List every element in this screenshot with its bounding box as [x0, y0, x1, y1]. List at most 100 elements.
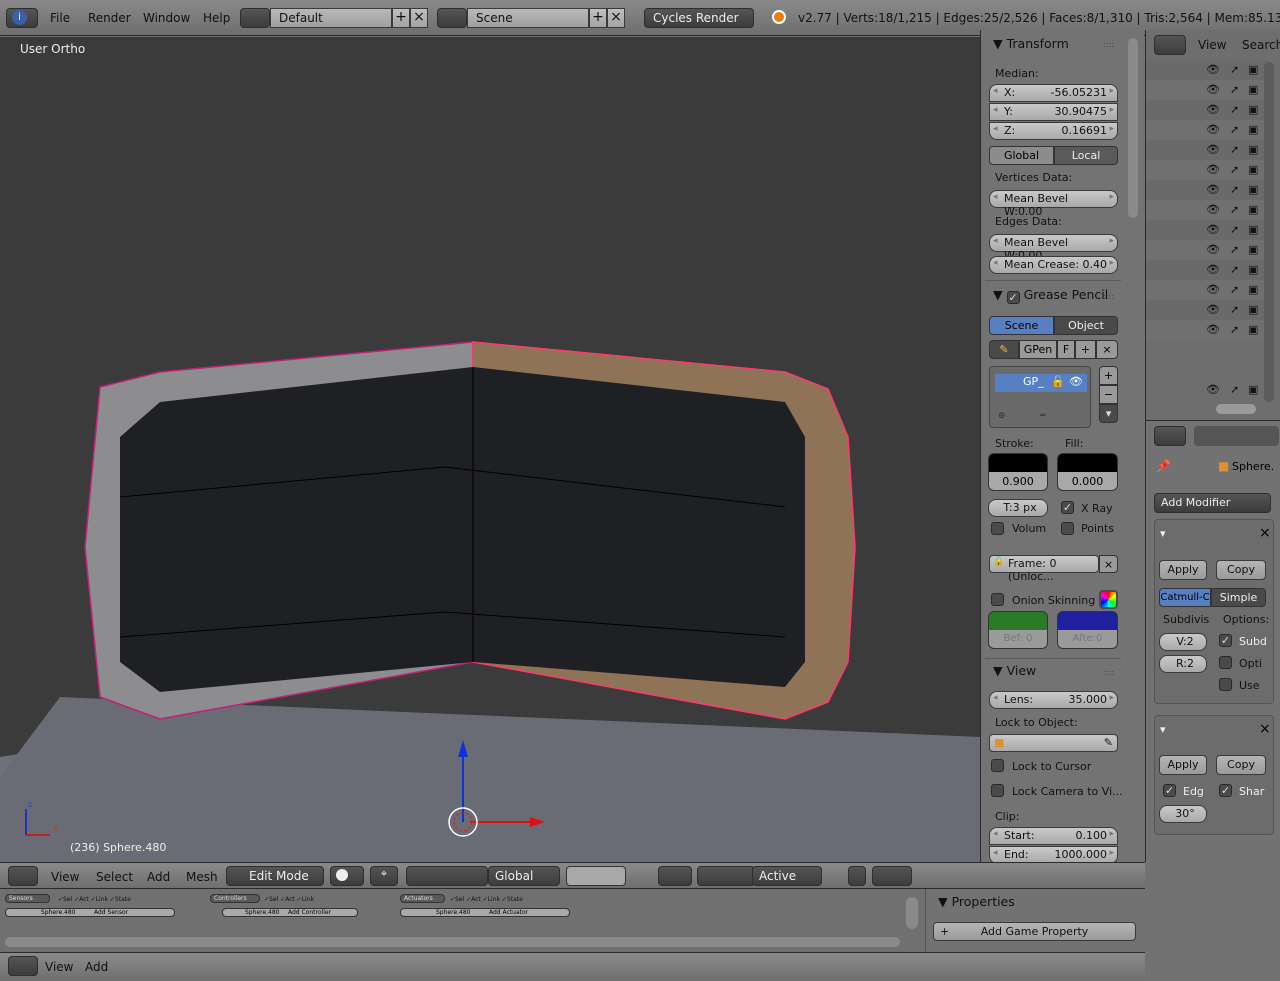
add-modifier-dropdown[interactable]: Add Modifier [1154, 493, 1271, 513]
unlink-frame-button[interactable]: × [1099, 555, 1118, 573]
snap-target-dropdown[interactable]: Active [752, 866, 822, 886]
outliner-row[interactable]: 👁 ➚ ▣ [1146, 120, 1268, 140]
apply-button[interactable]: Apply [1159, 560, 1207, 580]
menu-view[interactable]: View [51, 870, 79, 884]
selectable-cursor-icon[interactable]: ➚ [1230, 263, 1239, 276]
menu-window[interactable]: Window [143, 11, 190, 25]
outliner-row[interactable]: 👁 ➚ ▣ [1146, 180, 1268, 200]
apply-button[interactable]: Apply [1159, 755, 1207, 775]
layout-field[interactable]: Default [270, 8, 392, 28]
lock-object-field[interactable]: ■ ✎ [989, 734, 1118, 752]
pivot-point-dropdown[interactable]: ⌖ [370, 866, 398, 886]
outliner-menu-search[interactable]: Search [1242, 38, 1280, 52]
renderable-camera-icon[interactable]: ▣ [1248, 383, 1258, 396]
outliner-row[interactable]: 👁 ➚ ▣ [1146, 140, 1268, 160]
visibility-eye-icon[interactable]: 👁 [1206, 263, 1220, 276]
grease-pencil-header[interactable]: ▼ ✓ Grease Pencil [993, 287, 1108, 304]
grease-pencil-checkbox[interactable]: ✓ [1006, 291, 1020, 304]
outliner-row[interactable]: 👁 ➚ ▣ [1146, 80, 1268, 100]
layout-selector-icon[interactable] [240, 8, 270, 28]
manipulator-buttons[interactable] [406, 866, 488, 886]
selectable-cursor-icon[interactable]: ➚ [1230, 223, 1239, 236]
sharp-edges-checkbox[interactable]: ✓ [1219, 784, 1232, 797]
snap-toggle[interactable] [697, 866, 755, 886]
lock-to-cursor-checkbox[interactable] [991, 759, 1004, 772]
collapse-icon[interactable]: ▾ [1160, 527, 1166, 540]
sensors-dropdown[interactable]: Sensors [5, 894, 50, 903]
menu-file[interactable]: File [50, 11, 70, 25]
visibility-eye-icon[interactable]: 👁 [1206, 123, 1220, 136]
outliner-row[interactable]: 👁 ➚ ▣ [1146, 240, 1268, 260]
median-z-field[interactable]: ◂ Z: 0.16691 ▸ [989, 122, 1118, 140]
renderable-camera-icon[interactable]: ▣ [1248, 223, 1258, 236]
local-toggle[interactable]: Local [1054, 146, 1118, 165]
logic-menu-add[interactable]: Add [85, 960, 108, 974]
resize-handle-icon[interactable]: ═ [1040, 411, 1045, 421]
add-layout-button[interactable]: + [392, 8, 410, 28]
edge-angle-checkbox[interactable]: ✓ [1163, 784, 1176, 797]
frame-field[interactable]: 🔓 Frame: 0 (Unloc... [989, 555, 1099, 583]
selectable-cursor-icon[interactable]: ➚ [1230, 183, 1239, 196]
lock-icon[interactable]: 🔓 [1051, 375, 1065, 388]
visibility-eye-icon[interactable]: 👁 [1206, 223, 1220, 236]
vertex-mean-bevel-field[interactable]: ◂ Mean Bevel W:0.00 ▸ [989, 190, 1118, 218]
actuator-object-field[interactable]: Sphere.480 Add Actuator [400, 908, 570, 917]
outliner-menu-view[interactable]: View [1198, 38, 1226, 52]
outliner-row[interactable]: 👁 ➚ ▣ [1146, 200, 1268, 220]
outliner-h-scrollbar[interactable] [1216, 404, 1256, 414]
split-angle-field[interactable]: 30° [1159, 805, 1207, 823]
render-engine-dropdown[interactable]: Cycles Render [644, 8, 754, 28]
renderable-camera-icon[interactable]: ▣ [1248, 203, 1258, 216]
add-actuator-dropdown[interactable]: Add Actuator [489, 909, 528, 916]
median-x-field[interactable]: ◂ X: -56.05231 ▸ [989, 84, 1118, 102]
selectable-cursor-icon[interactable]: ➚ [1230, 243, 1239, 256]
outliner-editor-type-icon[interactable] [1154, 35, 1186, 55]
add-sensor-dropdown[interactable]: Add Sensor [94, 909, 128, 916]
optimal-display-checkbox[interactable] [1219, 656, 1232, 669]
eye-icon[interactable]: 👁 [1069, 375, 1083, 388]
outliner-row[interactable]: 👁 ➚ ▣ [1146, 300, 1268, 320]
visibility-eye-icon[interactable]: 👁 [1206, 303, 1220, 316]
edge-mean-bevel-field[interactable]: ◂Mean Bevel W:0.00▸ [989, 234, 1118, 262]
remove-modifier-icon[interactable]: × [1259, 721, 1271, 737]
onion-before-field[interactable]: Bef: 0 [988, 611, 1048, 649]
scene-selector-icon[interactable] [437, 8, 467, 28]
add-controller-dropdown[interactable]: Add Controller [288, 909, 331, 916]
renderable-camera-icon[interactable]: ▣ [1248, 63, 1258, 76]
proportional-edit-dropdown[interactable] [658, 866, 692, 886]
properties-header[interactable]: ▼ Properties [938, 894, 1015, 909]
delete-layout-button[interactable]: × [410, 8, 428, 28]
editor-type-3d-icon[interactable] [8, 866, 38, 886]
median-y-field[interactable]: ◂ Y: 30.90475 ▸ [989, 103, 1118, 121]
copy-button[interactable]: Copy [1216, 755, 1266, 775]
simple-toggle[interactable]: Simple [1211, 588, 1266, 607]
pin-icon[interactable]: 📌 [1156, 459, 1171, 473]
transform-header[interactable]: ▼ Transform [993, 36, 1069, 51]
renderable-camera-icon[interactable]: ▣ [1248, 243, 1258, 256]
selectable-cursor-icon[interactable]: ➚ [1230, 383, 1239, 396]
mode-dropdown[interactable]: Edit Mode [226, 866, 324, 886]
selectable-cursor-icon[interactable]: ➚ [1230, 143, 1239, 156]
logic-h-scrollbar[interactable] [5, 937, 900, 947]
selectable-cursor-icon[interactable]: ➚ [1230, 163, 1239, 176]
fake-user-button[interactable]: F [1057, 340, 1075, 359]
visibility-eye-icon[interactable]: 👁 [1206, 323, 1220, 336]
visibility-eye-icon[interactable]: 👁 [1206, 203, 1220, 216]
visibility-eye-icon[interactable]: 👁 [1206, 83, 1220, 96]
global-toggle[interactable]: Global [989, 146, 1054, 165]
renderable-camera-icon[interactable]: ▣ [1248, 103, 1258, 116]
outliner-row[interactable]: 👁 ➚ ▣ [1146, 220, 1268, 240]
gp-layer-row[interactable]: GP_ 🔓 👁 [995, 374, 1087, 392]
selectable-cursor-icon[interactable]: ➚ [1230, 323, 1239, 336]
view-header[interactable]: ▼ View [993, 663, 1036, 678]
sensors-options[interactable]: ✓Sel ✓Act ✓Link ✓State [58, 896, 131, 903]
volumetric-checkbox[interactable] [991, 522, 1004, 535]
selectable-cursor-icon[interactable]: ➚ [1230, 303, 1239, 316]
lens-field[interactable]: ◂ Lens: 35.000 ▸ [989, 691, 1118, 709]
controllers-options[interactable]: ✓Sel ✓Act ✓Link [264, 896, 314, 903]
outliner-row[interactable]: 👁 ➚ ▣ [1146, 160, 1268, 180]
gp-scene-toggle[interactable]: Scene [989, 316, 1054, 335]
add-icon[interactable]: ⊕ [998, 411, 1006, 421]
viewport-shading-dropdown[interactable] [330, 866, 364, 886]
renderable-camera-icon[interactable]: ▣ [1248, 163, 1258, 176]
